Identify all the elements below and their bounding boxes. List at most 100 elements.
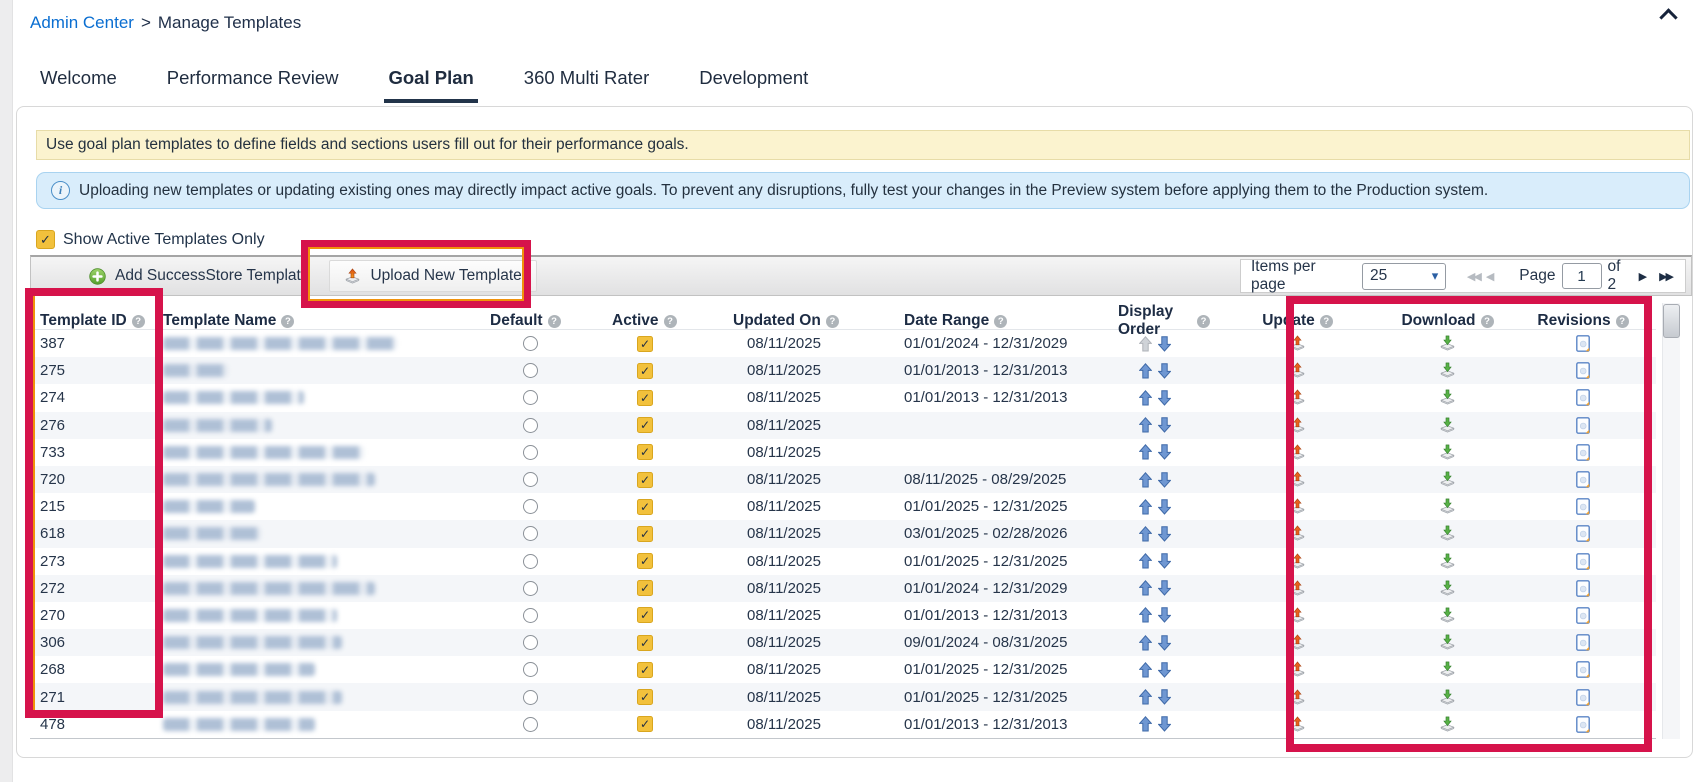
template-name-link[interactable] [163,364,228,377]
active-checkbox[interactable]: ✓ [637,716,653,732]
active-checkbox[interactable]: ✓ [637,390,653,406]
active-checkbox[interactable]: ✓ [637,363,653,379]
first-page-icon[interactable]: ◀◀ [1467,270,1480,283]
table-scrollbar-track[interactable] [1662,303,1680,739]
move-up-icon[interactable] [1139,716,1152,732]
download-icon[interactable] [1439,444,1456,461]
update-icon[interactable] [1289,362,1306,379]
download-icon[interactable] [1439,580,1456,597]
help-icon[interactable]: ? [1481,315,1494,328]
download-icon[interactable] [1439,716,1456,733]
previous-page-icon[interactable]: ◀ [1486,270,1494,283]
active-checkbox[interactable]: ✓ [637,336,653,352]
download-icon[interactable] [1439,471,1456,488]
move-up-icon[interactable] [1139,472,1152,488]
help-icon[interactable]: ? [548,315,561,328]
breadcrumb-admin-center-link[interactable]: Admin Center [30,13,134,32]
update-icon[interactable] [1289,444,1306,461]
update-icon[interactable] [1289,607,1306,624]
tab-development[interactable]: Development [697,67,810,104]
default-radio[interactable] [523,554,538,569]
active-checkbox[interactable]: ✓ [637,607,653,623]
page-number-input[interactable] [1562,263,1602,289]
tab-goal-plan[interactable]: Goal Plan [386,67,475,104]
active-checkbox[interactable]: ✓ [637,417,653,433]
help-icon[interactable]: ? [826,315,839,328]
move-up-icon[interactable] [1139,444,1152,460]
template-name-link[interactable] [163,663,315,676]
download-icon[interactable] [1439,498,1456,515]
help-icon[interactable]: ? [994,315,1007,328]
table-scrollbar-thumb[interactable] [1663,304,1680,338]
revisions-document-icon[interactable] [1576,716,1590,733]
update-icon[interactable] [1289,335,1306,352]
revisions-document-icon[interactable] [1576,689,1590,706]
download-icon[interactable] [1439,661,1456,678]
move-up-icon[interactable] [1139,499,1152,515]
download-icon[interactable] [1439,389,1456,406]
active-checkbox[interactable]: ✓ [637,444,653,460]
default-radio[interactable] [523,499,538,514]
default-radio[interactable] [523,363,538,378]
download-icon[interactable] [1439,362,1456,379]
update-icon[interactable] [1289,553,1306,570]
move-down-icon[interactable] [1158,472,1171,488]
move-down-icon[interactable] [1158,689,1171,705]
active-checkbox[interactable]: ✓ [637,580,653,596]
revisions-document-icon[interactable] [1576,362,1590,379]
move-up-icon[interactable] [1139,607,1152,623]
template-name-link[interactable] [163,391,304,404]
default-radio[interactable] [523,635,538,650]
update-icon[interactable] [1289,689,1306,706]
move-up-icon[interactable] [1139,417,1152,433]
revisions-document-icon[interactable] [1576,634,1590,651]
revisions-document-icon[interactable] [1576,553,1590,570]
move-down-icon[interactable] [1158,499,1171,515]
next-page-icon[interactable]: ▶ [1639,270,1647,283]
move-up-icon[interactable] [1139,580,1152,596]
active-checkbox[interactable]: ✓ [637,689,653,705]
template-name-link[interactable] [163,555,337,568]
template-name-link[interactable] [163,609,337,622]
revisions-document-icon[interactable] [1576,525,1590,542]
download-icon[interactable] [1439,553,1456,570]
help-icon[interactable]: ? [664,315,677,328]
move-down-icon[interactable] [1158,363,1171,379]
help-icon[interactable]: ? [1197,315,1210,328]
update-icon[interactable] [1289,498,1306,515]
move-up-icon[interactable] [1139,689,1152,705]
default-radio[interactable] [523,390,538,405]
download-icon[interactable] [1439,689,1456,706]
active-checkbox[interactable]: ✓ [637,662,653,678]
update-icon[interactable] [1289,716,1306,733]
default-radio[interactable] [523,336,538,351]
move-down-icon[interactable] [1158,390,1171,406]
template-name-link[interactable] [163,718,315,731]
default-radio[interactable] [523,717,538,732]
show-active-checkbox[interactable]: ✓ [36,230,55,249]
template-name-link[interactable] [163,337,397,350]
update-icon[interactable] [1289,661,1306,678]
template-name-link[interactable] [163,446,364,459]
template-name-link[interactable] [163,473,375,486]
upload-new-template-button[interactable]: Upload New Template [329,260,536,292]
update-icon[interactable] [1289,389,1306,406]
default-radio[interactable] [523,662,538,677]
update-icon[interactable] [1289,471,1306,488]
revisions-document-icon[interactable] [1576,580,1590,597]
download-icon[interactable] [1439,607,1456,624]
default-radio[interactable] [523,472,538,487]
default-radio[interactable] [523,690,538,705]
move-up-icon[interactable] [1139,526,1152,542]
move-up-icon[interactable] [1139,336,1152,352]
default-radio[interactable] [523,581,538,596]
download-icon[interactable] [1439,525,1456,542]
default-radio[interactable] [523,608,538,623]
download-icon[interactable] [1439,417,1456,434]
revisions-document-icon[interactable] [1576,389,1590,406]
default-radio[interactable] [523,445,538,460]
move-up-icon[interactable] [1139,662,1152,678]
template-name-link[interactable] [163,636,342,649]
revisions-document-icon[interactable] [1576,471,1590,488]
move-down-icon[interactable] [1158,444,1171,460]
